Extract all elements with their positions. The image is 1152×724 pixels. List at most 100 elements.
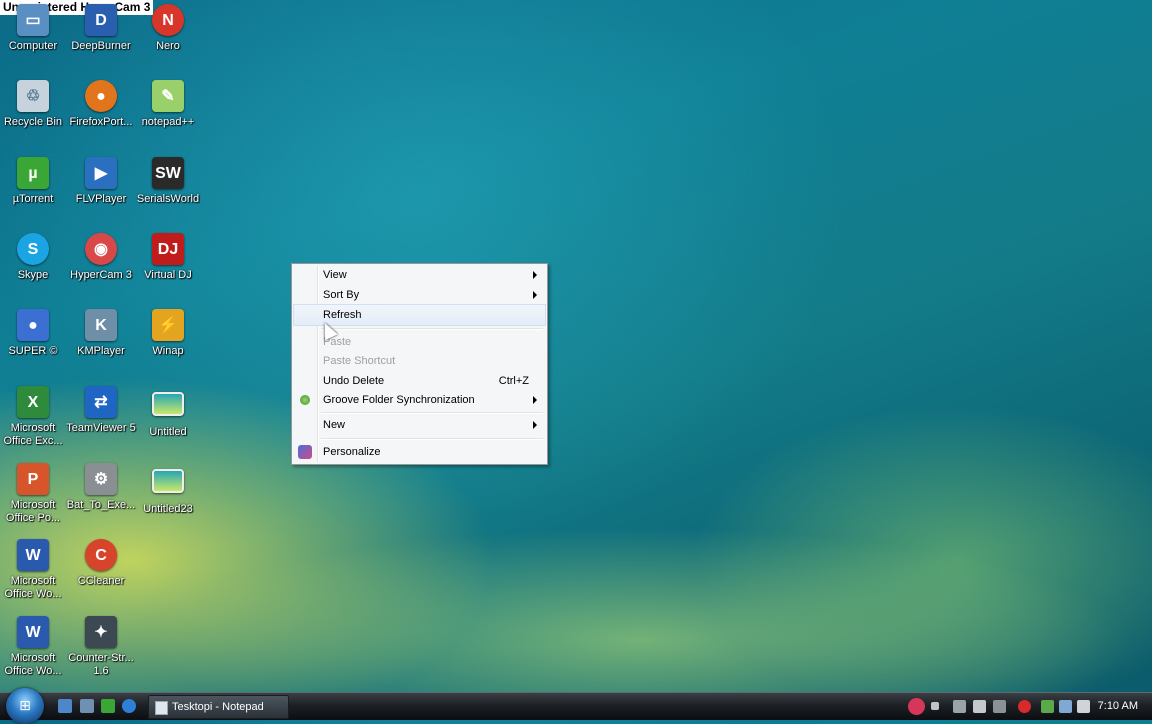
hypercam-icon: ◉ <box>85 233 117 265</box>
desktop-icon-counter-strike[interactable]: ✦ Counter-Str... 1.6 <box>66 616 136 678</box>
desktop-icon-bat-to-exe[interactable]: ⚙ Bat_To_Exe... <box>66 463 136 512</box>
menu-item-paste-shortcut: Paste Shortcut <box>294 351 545 371</box>
desktop-icon-word[interactable]: W Microsoft Office Wo... <box>0 539 68 601</box>
desktop-icon-powerpoint[interactable]: P Microsoft Office Po... <box>0 463 68 525</box>
desktop-icon-label: Counter-Str... 1.6 <box>68 652 134 677</box>
desktop-icon-virtual-dj[interactable]: DJ Virtual DJ <box>133 233 203 282</box>
skype-icon: S <box>17 233 49 265</box>
show-desktop-icon[interactable] <box>58 699 72 713</box>
utorrent-icon[interactable] <box>101 699 115 713</box>
menu-item-sort-by[interactable]: Sort By <box>294 285 545 305</box>
desktop-icon-label: FLVPlayer <box>75 193 127 205</box>
menu-item-view[interactable]: View <box>294 265 545 285</box>
taskbar-button-label: Tesktopi - Notepad <box>172 701 264 713</box>
desktop-icon-label: SUPER © <box>8 345 58 357</box>
menu-separator <box>321 328 543 330</box>
desktop-icon-kmplayer[interactable]: K KMPlayer <box>66 309 136 358</box>
stop-icon[interactable] <box>931 702 939 710</box>
recycle-bin-icon: ♲ <box>17 80 49 112</box>
menu-item-label: Sort By <box>323 289 360 301</box>
volume-icon[interactable] <box>1077 700 1090 713</box>
word-icon: W <box>17 616 49 648</box>
desktop-icon-ccleaner[interactable]: C CCleaner <box>66 539 136 588</box>
switch-windows-icon[interactable] <box>80 699 94 713</box>
desktop-icon-label: KMPlayer <box>77 345 125 357</box>
desktop-icon-word-2[interactable]: W Microsoft Office Wo... <box>0 616 68 678</box>
tools-icon[interactable] <box>973 700 986 713</box>
groove-icon <box>300 395 310 405</box>
desktop-icon-label: Recycle Bin <box>3 116 63 128</box>
menu-item-label: Undo Delete <box>323 375 385 387</box>
desktop-icon-firefox[interactable]: ● FirefoxPort... <box>66 80 136 129</box>
network-status-icon[interactable] <box>1041 700 1054 713</box>
desktop-icon-computer[interactable]: ▭ Computer <box>0 4 68 53</box>
teamviewer-icon: ⇄ <box>85 386 117 418</box>
desktop-icon-label: Microsoft Office Wo... <box>4 575 62 600</box>
computer-icon: ▭ <box>17 4 49 36</box>
taskbar-button-notepad[interactable]: Tesktopi - Notepad <box>148 695 289 719</box>
submenu-arrow-icon <box>533 396 537 404</box>
hypercam-record-icon[interactable] <box>908 698 925 715</box>
security-alert-icon[interactable] <box>1018 700 1031 713</box>
desktop-icon-label: Microsoft Office Wo... <box>4 652 62 677</box>
windows-start-orb-icon[interactable]: ⊞ <box>6 688 44 724</box>
counter-strike-icon: ✦ <box>85 616 117 648</box>
desktop-icon-flvplayer[interactable]: ▶ FLVPlayer <box>66 157 136 206</box>
menu-item-undo-delete[interactable]: Undo Delete Ctrl+Z <box>294 371 545 391</box>
bat-to-exe-icon: ⚙ <box>85 463 117 495</box>
desktop-icon-teamviewer[interactable]: ⇄ TeamViewer 5 <box>66 386 136 435</box>
desktop-icon-label: CCleaner <box>77 575 125 587</box>
desktop-icon-deepburner[interactable]: D DeepBurner <box>66 4 136 53</box>
personalize-icon <box>298 445 312 459</box>
desktop-icon-winamp[interactable]: ⚡ Winap <box>133 309 203 358</box>
menu-item-new[interactable]: New <box>294 415 545 435</box>
display-icon[interactable] <box>1059 700 1072 713</box>
desktop-icon-untitled[interactable]: Untitled <box>133 386 203 439</box>
desktop-icon-hypercam[interactable]: ◉ HyperCam 3 <box>66 233 136 282</box>
menu-item-shortcut: Ctrl+Z <box>498 375 529 387</box>
menu-item-personalize[interactable]: Personalize <box>294 442 545 462</box>
desktop-icon-label: Bat_To_Exe... <box>66 499 136 511</box>
desktop-icon-super[interactable]: ● SUPER © <box>0 309 68 358</box>
notepad-icon <box>155 701 168 715</box>
internet-explorer-icon[interactable] <box>122 699 136 713</box>
desktop-icon-recycle-bin[interactable]: ♲ Recycle Bin <box>0 80 68 129</box>
menu-separator <box>321 412 543 414</box>
desktop-icon-label: SerialsWorld <box>136 193 200 205</box>
notepad-plus-plus-icon: ✎ <box>152 80 184 112</box>
menu-item-groove-sync[interactable]: Groove Folder Synchronization <box>294 390 545 410</box>
image-file-icon <box>152 469 184 493</box>
desktop-icon-label: notepad++ <box>141 116 195 128</box>
menu-item-label: View <box>323 269 347 281</box>
desktop-icon-nero[interactable]: N Nero <box>133 4 203 53</box>
desktop-icon-label: Untitled <box>149 426 187 438</box>
network-icon[interactable] <box>953 700 966 713</box>
utorrent-icon: µ <box>17 157 49 189</box>
expand-icon[interactable] <box>993 700 1006 713</box>
desktop-icon-label: DeepBurner <box>71 40 131 52</box>
desktop-icon-serialsworld[interactable]: SW SerialsWorld <box>133 157 203 206</box>
desktop-icon-label: Untitled23 <box>143 503 193 515</box>
desktop-icon-excel[interactable]: X Microsoft Office Exc... <box>0 386 68 448</box>
excel-icon: X <box>17 386 49 418</box>
menu-item-label: Paste Shortcut <box>323 355 396 367</box>
super-icon: ● <box>17 309 49 341</box>
menu-separator <box>321 438 543 440</box>
desktop-icon-label: TeamViewer 5 <box>66 422 136 434</box>
desktop-icon-skype[interactable]: S Skype <box>0 233 68 282</box>
desktop-icon-label: Winap <box>152 345 184 357</box>
desktop-icon-label: Microsoft Office Po... <box>5 499 61 524</box>
desktop-icon-label: FirefoxPort... <box>69 116 133 128</box>
deepburner-icon: D <box>85 4 117 36</box>
taskbar-clock[interactable]: 7:10 AM <box>1098 693 1138 720</box>
menu-item-label: Groove Folder Synchronization <box>323 394 475 406</box>
desktop-icon-untitled23[interactable]: Untitled23 <box>133 463 203 516</box>
desktop-icon-notepad-plus-plus[interactable]: ✎ notepad++ <box>133 80 203 129</box>
desktop-icon-label: Microsoft Office Exc... <box>3 422 63 447</box>
desktop-icon-utorrent[interactable]: µ µTorrent <box>0 157 68 206</box>
flvplayer-icon: ▶ <box>85 157 117 189</box>
desktop-icon-label: µTorrent <box>12 193 54 205</box>
nero-icon: N <box>152 4 184 36</box>
desktop-icon-label: Computer <box>8 40 58 52</box>
powerpoint-icon: P <box>17 463 49 495</box>
